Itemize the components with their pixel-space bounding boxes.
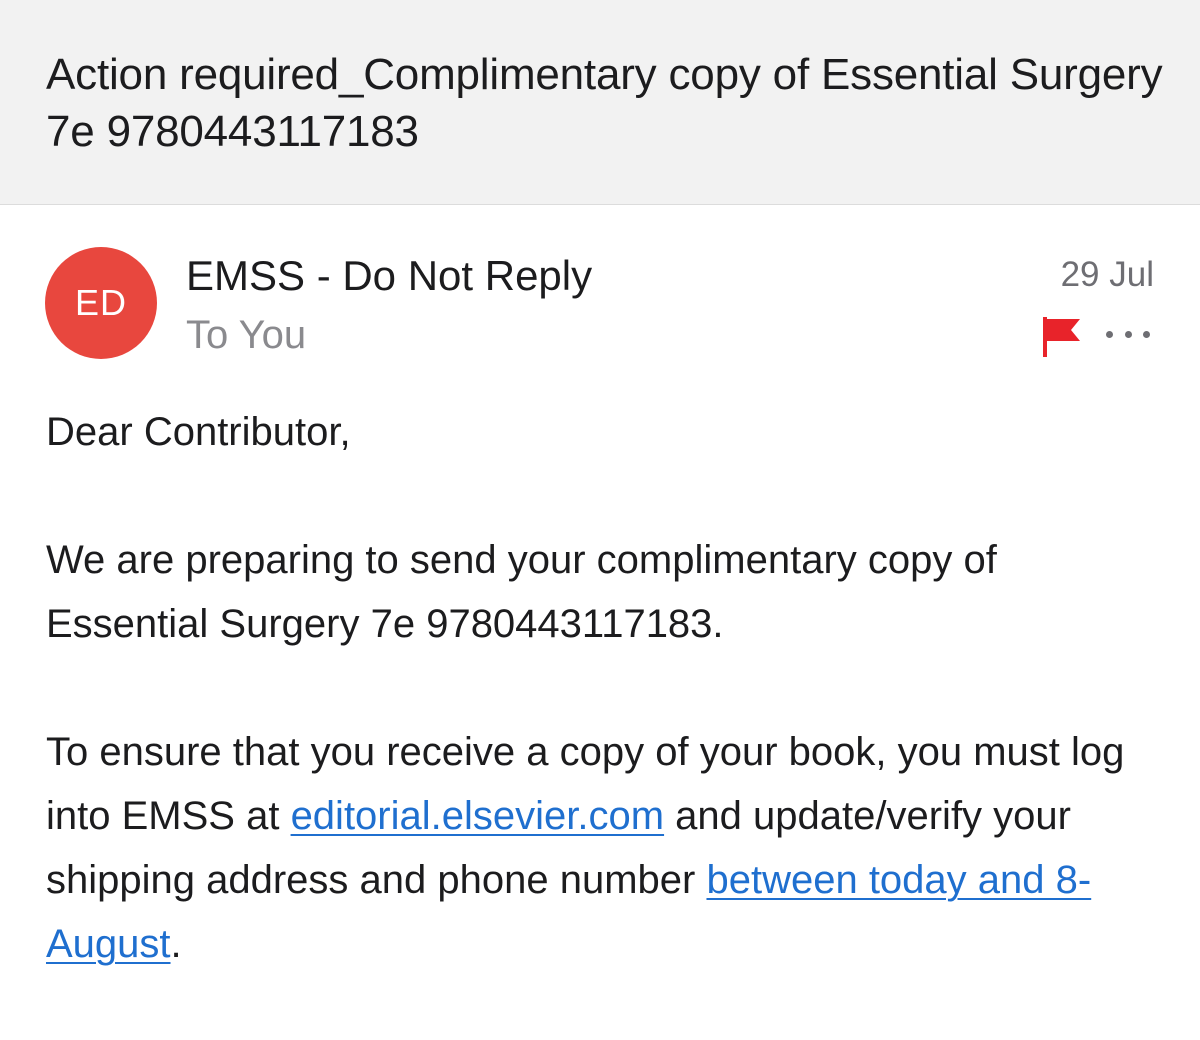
avatar-initials: ED xyxy=(74,282,127,323)
sender-avatar[interactable]: ED xyxy=(45,247,157,359)
body-paragraph-2: To ensure that you receive a copy of you… xyxy=(46,720,1166,976)
greeting: Dear Contributor, xyxy=(46,410,351,454)
more-options-icon[interactable] xyxy=(1106,318,1150,350)
paragraph-text: . xyxy=(170,922,182,966)
more-dot xyxy=(1106,330,1113,338)
email-subject: Action required_Complimentary copy of Es… xyxy=(46,50,1163,156)
subject-header: Action required_Complimentary copy of Es… xyxy=(0,0,1200,205)
email-date: 29 Jul xyxy=(1060,255,1154,294)
more-dot xyxy=(1143,330,1150,338)
editorial-link[interactable]: editorial.elsevier.com xyxy=(291,794,665,838)
sender-name[interactable]: EMSS - Do Not Reply xyxy=(186,248,592,304)
recipient-line[interactable]: To You xyxy=(186,308,306,362)
more-dot xyxy=(1124,330,1132,338)
body-paragraph-1: We are preparing to send your compliment… xyxy=(46,538,997,646)
email-body: Dear Contributor, We are preparing to se… xyxy=(46,400,1166,1040)
flag-icon[interactable] xyxy=(1040,314,1084,358)
